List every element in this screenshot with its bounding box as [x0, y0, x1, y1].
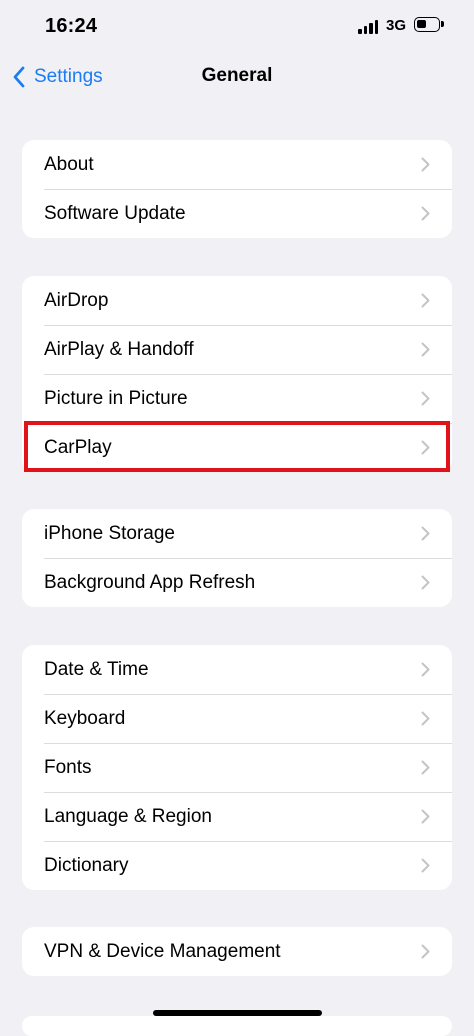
- battery-tip: [441, 21, 444, 27]
- page-title: General: [201, 65, 273, 86]
- row-label: iPhone Storage: [44, 523, 175, 544]
- row-dictionary[interactable]: Dictionary: [22, 841, 452, 890]
- network-type: 3G: [386, 17, 407, 34]
- status-time: 16:24: [45, 15, 98, 37]
- chevron-right-icon: [421, 662, 430, 677]
- row-airplay-handoff[interactable]: AirPlay & Handoff: [22, 325, 452, 374]
- row-picture-in-picture[interactable]: Picture in Picture: [22, 374, 452, 423]
- row-fonts[interactable]: Fonts: [22, 743, 452, 792]
- row-software-update[interactable]: Software Update: [22, 189, 452, 238]
- settings-group-5: VPN & Device Management: [22, 927, 452, 976]
- row-label: Dictionary: [44, 855, 129, 876]
- row-label: Language & Region: [44, 806, 212, 827]
- battery-icon: [414, 17, 440, 32]
- row-date-time[interactable]: Date & Time: [22, 645, 452, 694]
- chevron-right-icon: [421, 206, 430, 221]
- row-vpn-device-management[interactable]: VPN & Device Management: [22, 927, 452, 976]
- row-keyboard[interactable]: Keyboard: [22, 694, 452, 743]
- chevron-right-icon: [421, 760, 430, 775]
- settings-group-4: Date & Time Keyboard Fonts Language & Re…: [22, 645, 452, 890]
- carplay-highlight-box: [24, 421, 450, 472]
- chevron-right-icon: [421, 157, 430, 172]
- settings-group-3: iPhone Storage Background App Refresh: [22, 509, 452, 607]
- row-label: Picture in Picture: [44, 388, 188, 409]
- row-language-region[interactable]: Language & Region: [22, 792, 452, 841]
- chevron-right-icon: [421, 809, 430, 824]
- row-label: Keyboard: [44, 708, 126, 729]
- row-iphone-storage[interactable]: iPhone Storage: [22, 509, 452, 558]
- settings-group-next-peek: [22, 1016, 452, 1036]
- row-label: Fonts: [44, 757, 92, 778]
- chevron-right-icon: [421, 342, 430, 357]
- row-label: AirDrop: [44, 290, 109, 311]
- chevron-right-icon: [421, 711, 430, 726]
- chevron-right-icon: [421, 391, 430, 406]
- row-airdrop[interactable]: AirDrop: [22, 276, 452, 325]
- cellular-signal-icon: [358, 20, 380, 34]
- home-indicator[interactable]: [153, 1010, 322, 1016]
- row-label: AirPlay & Handoff: [44, 339, 194, 360]
- navigation-bar: Settings General: [0, 52, 474, 102]
- row-label: VPN & Device Management: [44, 941, 281, 962]
- row-label: About: [44, 154, 94, 175]
- row-background-app-refresh[interactable]: Background App Refresh: [22, 558, 452, 607]
- row-about[interactable]: About: [22, 140, 452, 189]
- chevron-right-icon: [421, 526, 430, 541]
- chevron-right-icon: [421, 293, 430, 308]
- row-label: Date & Time: [44, 659, 149, 680]
- chevron-right-icon: [421, 858, 430, 873]
- chevron-right-icon: [421, 575, 430, 590]
- settings-group-1: About Software Update: [22, 140, 452, 238]
- row-label: Software Update: [44, 203, 186, 224]
- row-label: Background App Refresh: [44, 572, 256, 593]
- chevron-right-icon: [421, 944, 430, 959]
- status-bar: 16:24 3G: [0, 0, 474, 52]
